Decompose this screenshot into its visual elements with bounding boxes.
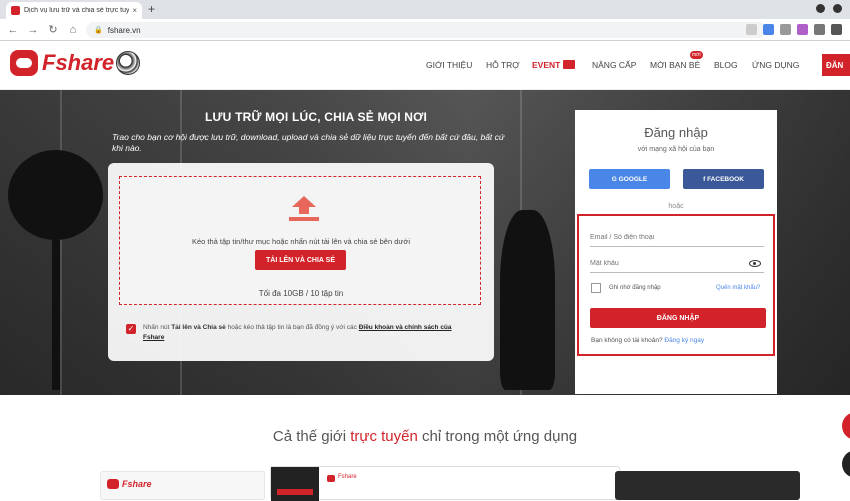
nav-item-event[interactable]: EVENT: [532, 60, 576, 70]
extension-purple-icon[interactable]: [797, 24, 808, 35]
extension-gray-icon[interactable]: [780, 24, 791, 35]
new-tab-button[interactable]: +: [148, 2, 155, 16]
nav-item-apps[interactable]: ỨNG DỤNG: [752, 60, 799, 70]
terms-middle: hoặc kéo thả tập tin là bạn đã đồng ý vớ…: [227, 324, 357, 331]
profile-icon[interactable]: [816, 4, 825, 13]
upload-share-button[interactable]: TẢI LÊN VÀ CHIA SẺ: [255, 250, 346, 270]
signup-button[interactable]: ĐĂN: [822, 54, 850, 76]
floating-action-button[interactable]: [842, 450, 850, 478]
nav-event-label: EVENT: [532, 60, 561, 70]
upload-panel: Kéo thả tập tin/thư mục hoặc nhấn nút tả…: [108, 163, 494, 361]
extension-doc-icon[interactable]: [814, 24, 825, 35]
terms-checkbox[interactable]: ✓: [126, 324, 136, 334]
google-login-button[interactable]: G GOOGLE: [589, 169, 670, 189]
login-panel: Đăng nhập với mạng xã hội của bạn G GOOG…: [575, 110, 777, 394]
terms-prefix: Nhấn nút: [143, 324, 170, 331]
extension-icons: [746, 24, 842, 35]
upload-arrow-icon: [289, 196, 319, 222]
cloud-logo-icon: [10, 50, 38, 76]
nav-item-about[interactable]: GIỚI THIỆU: [426, 60, 472, 70]
register-link[interactable]: Đăng ký ngay: [664, 337, 704, 344]
nav-item-upgrade[interactable]: NÂNG CẤP: [592, 60, 636, 70]
url-text: fshare.vn: [107, 25, 141, 35]
browser-tab[interactable]: Dịch vụ lưu trữ và chia sẻ trực tuyến ×: [6, 2, 142, 19]
tagline-end: chỉ trong một ứng dụng: [422, 428, 578, 445]
window-controls: [816, 4, 842, 13]
remember-checkbox[interactable]: [591, 283, 601, 293]
preview-card-desktop: Fshare: [270, 466, 620, 501]
tagline: Cả thế giới trực tuyến chỉ trong một ứng…: [0, 428, 850, 445]
preview-small-logo-icon: [327, 475, 335, 482]
tab-close-icon[interactable]: ×: [132, 6, 137, 15]
no-account-text: Bạn không có tài khoản? Đăng ký ngay: [591, 337, 704, 344]
no-account-label: Bạn không có tài khoản?: [591, 337, 663, 344]
nav-item-support[interactable]: HỖ TRỢ: [486, 60, 520, 70]
login-subtitle: với mạng xã hội của bạn: [637, 146, 715, 153]
tagline-start: Cả thế giới: [272, 428, 347, 445]
login-submit-button[interactable]: ĐĂNG NHẬP: [590, 308, 766, 328]
google-label: GOOGLE: [618, 175, 648, 183]
new-badge: mới: [690, 51, 703, 59]
file-dropzone[interactable]: Kéo thả tập tin/thư mục hoặc nhấn nút tả…: [119, 176, 481, 305]
tab-title: Dịch vụ lưu trữ và chia sẻ trực tuyến: [24, 7, 130, 14]
forward-icon[interactable]: →: [26, 24, 40, 36]
site-header: Fshare GIỚI THIỆU HỖ TRỢ EVENT NÂNG CẤP …: [0, 42, 850, 90]
extension-blue-icon[interactable]: [763, 24, 774, 35]
star-icon[interactable]: [746, 24, 757, 35]
puzzle-icon[interactable]: [831, 24, 842, 35]
browser-tab-bar: Dịch vụ lưu trữ và chia sẻ trực tuyến × …: [0, 0, 850, 19]
dropzone-text: Kéo thả tập tin/thư mục hoặc nhấn nút tả…: [191, 237, 410, 246]
hero-title: LƯU TRỮ MỌI LÚC, CHIA SẺ MỌI NƠI: [205, 110, 428, 124]
preview-small-logo-text: Fshare: [338, 474, 357, 480]
background-plant-stem: [52, 240, 60, 390]
background-person-shape: [500, 210, 555, 390]
lock-icon: 🔒: [94, 27, 103, 34]
football-icon: [116, 51, 141, 75]
app-preview: Fshare Fshare: [100, 466, 800, 501]
upload-limit-text: Tối đa 10GB / 10 tập tin: [258, 289, 344, 298]
background-window-line: [60, 90, 62, 395]
forgot-password-link[interactable]: Quên mật khẩu?: [716, 285, 760, 291]
terms-text: Nhấn nút Tải lên và Chia sẻ hoặc kéo thả…: [143, 323, 473, 343]
login-form: Ghi nhớ đăng nhập Quên mật khẩu? ĐĂNG NH…: [577, 214, 775, 356]
browser-address-bar: ← → ↻ ⌂ 🔒 fshare.vn: [0, 19, 850, 41]
preview-logo-text: Fshare: [122, 479, 152, 489]
menu-dots-icon[interactable]: [833, 4, 842, 13]
gift-icon: [563, 60, 576, 69]
password-input[interactable]: [590, 255, 764, 273]
nav-item-blog[interactable]: BLOG: [714, 60, 738, 70]
facebook-login-button[interactable]: f FACEBOOK: [683, 169, 764, 189]
email-input[interactable]: [590, 229, 764, 247]
facebook-label: FACEBOOK: [707, 175, 744, 183]
background-plant-shape: [8, 150, 103, 240]
hero-subtitle: Trao cho bạn cơ hội được lưu trữ, downlo…: [112, 132, 505, 153]
eye-icon[interactable]: [749, 260, 761, 267]
back-icon[interactable]: ←: [6, 24, 20, 36]
preview-sidebar: [271, 467, 319, 501]
nav-item-invite[interactable]: MỜI BẠN BÈ mới: [650, 51, 703, 70]
reload-icon[interactable]: ↻: [46, 23, 60, 36]
preview-logo-icon: [107, 479, 119, 489]
preview-card-mobile: Fshare: [100, 471, 265, 500]
fshare-favicon-icon: [11, 6, 20, 15]
remember-label: Ghi nhớ đăng nhập: [609, 285, 661, 291]
nav-invite-label: MỜI BẠN BÈ: [650, 60, 701, 70]
fshare-logo[interactable]: Fshare: [10, 50, 141, 76]
home-icon[interactable]: ⌂: [66, 24, 80, 36]
preview-card-dark: [615, 471, 800, 500]
login-title: Đăng nhập: [644, 125, 708, 140]
logo-text: Fshare: [42, 50, 115, 75]
or-divider: hoặc: [668, 203, 684, 210]
tagline-highlight: trực tuyến: [350, 428, 418, 445]
google-icon: G: [611, 175, 619, 183]
terms-bold: Tải lên và Chia sẻ: [171, 324, 226, 331]
url-input[interactable]: 🔒 fshare.vn: [86, 22, 766, 38]
